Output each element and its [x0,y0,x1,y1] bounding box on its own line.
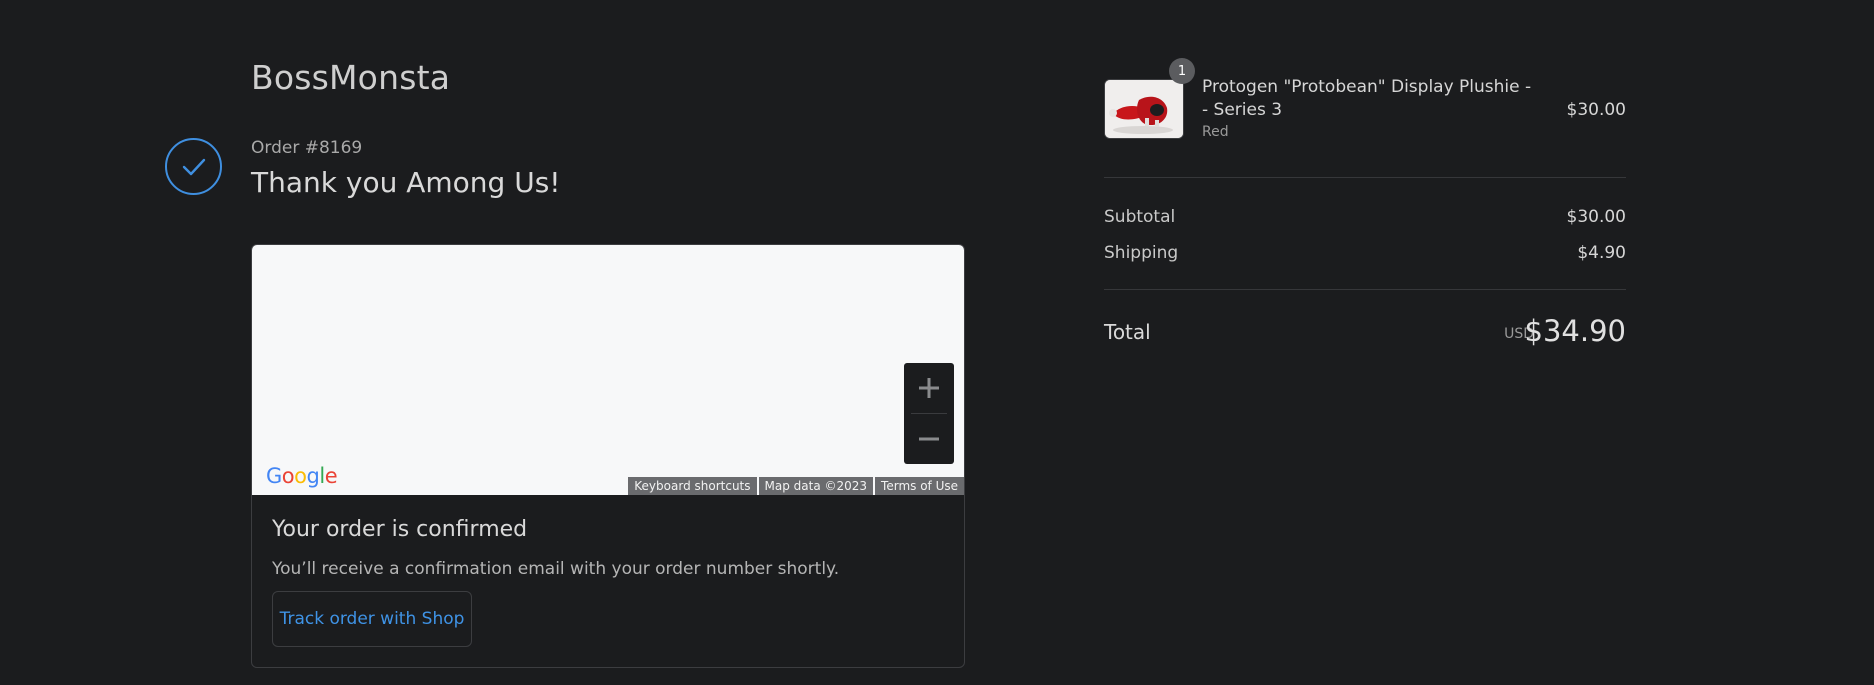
total-divider [1104,289,1626,290]
map-data-attribution: Map data ©2023 [758,477,874,495]
track-order-button[interactable]: Track order with Shop [272,591,472,647]
product-thumbnail [1104,79,1184,139]
store-name: BossMonsta [251,58,451,97]
plus-icon [919,378,939,398]
zoom-out-button[interactable] [904,414,954,464]
order-status-card: Google Keyboard shortcuts Map data ©2023… [251,244,965,668]
confirmation-message: You’ll receive a confirmation email with… [272,559,840,579]
shipping-value: $4.90 [1577,243,1626,263]
google-logo: Google [266,464,338,488]
quantity-badge: 1 [1169,58,1195,84]
product-name: Protogen "Protobean" Display Plushie -- … [1202,77,1532,120]
terms-of-use-link[interactable]: Terms of Use [875,477,964,495]
subtotal-value: $30.00 [1566,207,1626,227]
map[interactable]: Google Keyboard shortcuts Map data ©2023… [252,245,964,495]
shipping-label: Shipping [1104,243,1179,263]
order-number: Order #8169 [251,138,363,158]
map-zoom-controls [904,363,954,464]
product-variant: Red [1202,124,1229,140]
map-footer: Keyboard shortcuts Map data ©2023 Terms … [626,477,964,495]
minus-icon [919,437,939,441]
product-price: $30.00 [1566,100,1626,120]
summary-divider [1104,177,1626,178]
confirmation-title: Your order is confirmed [272,517,528,542]
subtotal-label: Subtotal [1104,207,1176,227]
zoom-in-button[interactable] [904,363,954,413]
check-circle-icon [165,138,222,195]
total-value: $34.90 [1524,314,1626,348]
total-label: Total [1104,320,1151,344]
thank-you-heading: Thank you Among Us! [251,166,561,199]
keyboard-shortcuts-link[interactable]: Keyboard shortcuts [628,477,757,495]
